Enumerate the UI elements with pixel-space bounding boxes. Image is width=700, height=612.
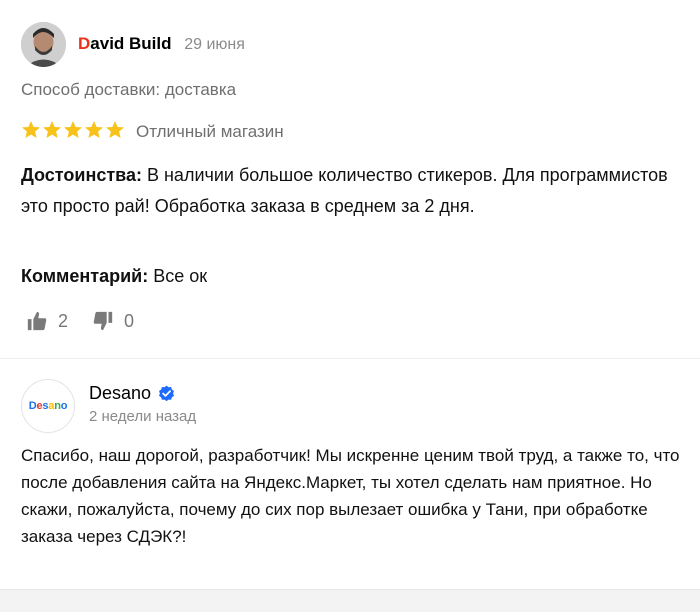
star-icon: [106, 121, 124, 138]
pros-label: Достоинства:: [21, 165, 142, 185]
author-name-rest: avid Build: [90, 34, 172, 53]
comment-section: Комментарий: Все ок: [21, 262, 207, 290]
reply-time: 2 недели назад: [89, 408, 197, 425]
pros-section: Достоинства: В наличии большое количеств…: [21, 160, 681, 222]
shop-name[interactable]: Desano: [89, 382, 151, 404]
star-icon: [85, 121, 103, 138]
bottom-strip: [0, 589, 700, 612]
user-avatar[interactable]: [21, 22, 66, 67]
review-date: 29 июня: [184, 36, 245, 53]
shop-logo: Desano: [29, 400, 68, 412]
rating-stars: [21, 120, 126, 140]
comment-text: Все ок: [148, 266, 208, 286]
like-count: 2: [58, 310, 69, 331]
shop-logo-letter: o: [60, 400, 68, 412]
like-button[interactable]: 2: [26, 310, 92, 332]
star-icon: [64, 121, 82, 138]
reply-text: Спасибо, наш дорогой, разработчик! Мы ис…: [21, 446, 680, 546]
dislike-count: 0: [124, 310, 135, 331]
author-line: David Build 29 июня: [78, 33, 245, 56]
rating-text: Отличный магазин: [136, 122, 284, 141]
shop-avatar[interactable]: Desano: [21, 379, 75, 433]
author-name[interactable]: David Build: [78, 34, 172, 53]
comment-label: Комментарий:: [21, 266, 149, 286]
author-name-first-letter: D: [78, 34, 91, 53]
star-icon: [22, 121, 40, 138]
thumbs-down-icon: [93, 311, 113, 331]
divider: [0, 358, 700, 359]
delivery-method: Способ доставки: доставка: [21, 80, 237, 99]
verified-check-icon: [159, 385, 175, 401]
thumbs-up-icon: [27, 311, 47, 331]
user-avatar-image: [21, 22, 66, 67]
star-icon: [43, 121, 61, 138]
dislike-button[interactable]: 0: [92, 310, 158, 332]
votes-bar: 2 0: [26, 310, 158, 332]
shop-name-line: Desano: [89, 382, 175, 404]
